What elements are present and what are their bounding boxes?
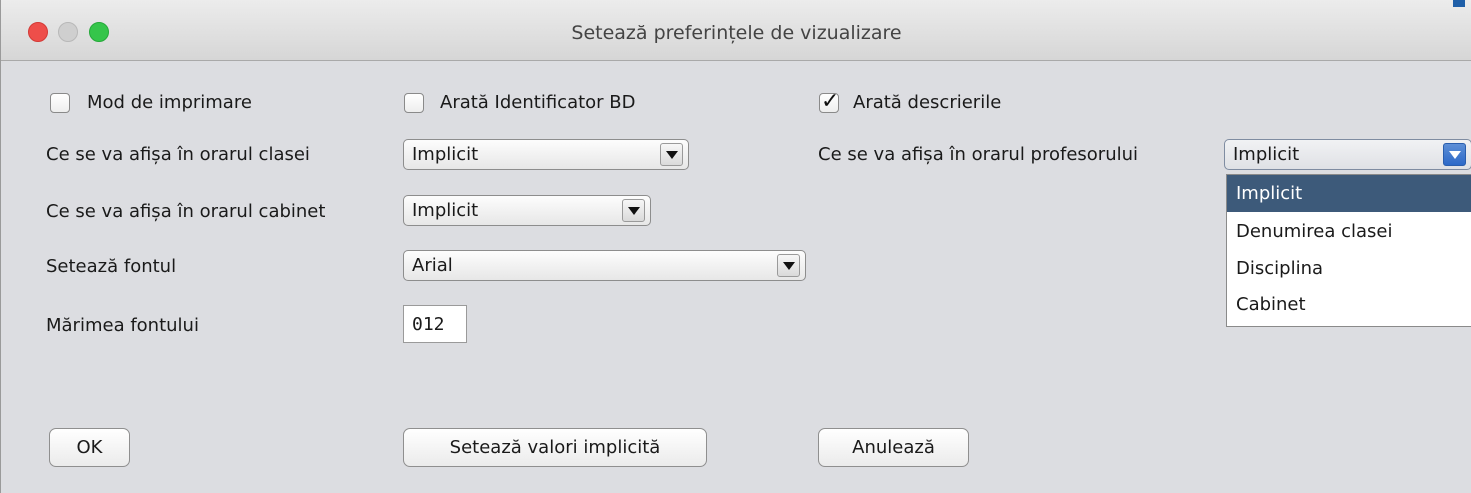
teacher-timetable-label: Ce se va afișa în orarul profesorului [818,144,1139,165]
print-mode-checkbox[interactable] [50,93,70,113]
title-bar[interactable]: Setează preferințele de vizualizare [1,0,1471,61]
room-timetable-value: Implicit [412,200,479,221]
checkmark-icon: ✓ [821,89,840,114]
show-db-id-checkbox[interactable] [404,93,424,113]
dropdown-option[interactable]: Cabinet [1227,286,1471,323]
window-title: Setează preferințele de vizualizare [571,22,902,44]
show-descriptions-checkbox[interactable]: ✓ [819,89,839,114]
chevron-down-icon[interactable] [777,254,800,277]
dropdown-option[interactable]: Denumirea clasei [1227,213,1471,250]
class-timetable-value: Implicit [412,144,479,165]
teacher-timetable-value: Implicit [1233,144,1300,165]
font-value: Arial [412,255,453,276]
show-db-id-label[interactable]: Arată Identificator BD [440,92,636,114]
font-size-input[interactable]: 012 [403,305,467,343]
show-descriptions-label[interactable]: Arată descrierile [853,92,1001,114]
set-defaults-button[interactable]: Setează valori implicită [403,428,707,467]
font-size-label: Mărimea fontului [46,315,199,336]
chevron-down-icon[interactable] [1443,143,1466,166]
dropdown-option[interactable]: Disciplina [1227,250,1471,287]
cancel-button[interactable]: Anulează [818,428,969,467]
room-timetable-select[interactable]: Implicit [403,195,651,226]
font-size-value: 012 [412,314,445,335]
chevron-down-icon[interactable] [622,199,645,222]
class-timetable-select[interactable]: Implicit [403,139,689,170]
dialog-window: Setează preferințele de vizualizare Mod … [0,0,1471,493]
dropdown-option[interactable]: Implicit [1227,175,1471,212]
teacher-timetable-select[interactable]: Implicit [1224,139,1471,170]
print-mode-label[interactable]: Mod de imprimare [87,92,252,114]
teacher-timetable-dropdown-list: Implicit Denumirea clasei Disciplina Cab… [1226,174,1471,327]
ok-button[interactable]: OK [49,428,130,467]
chevron-down-icon[interactable] [660,143,683,166]
room-timetable-label: Ce se va afișa în orarul cabinet [46,201,326,222]
font-label: Setează fontul [46,256,177,277]
background-window-fragment [1453,0,1465,7]
font-select[interactable]: Arial [403,250,806,281]
class-timetable-label: Ce se va afișa în orarul clasei [46,144,310,165]
